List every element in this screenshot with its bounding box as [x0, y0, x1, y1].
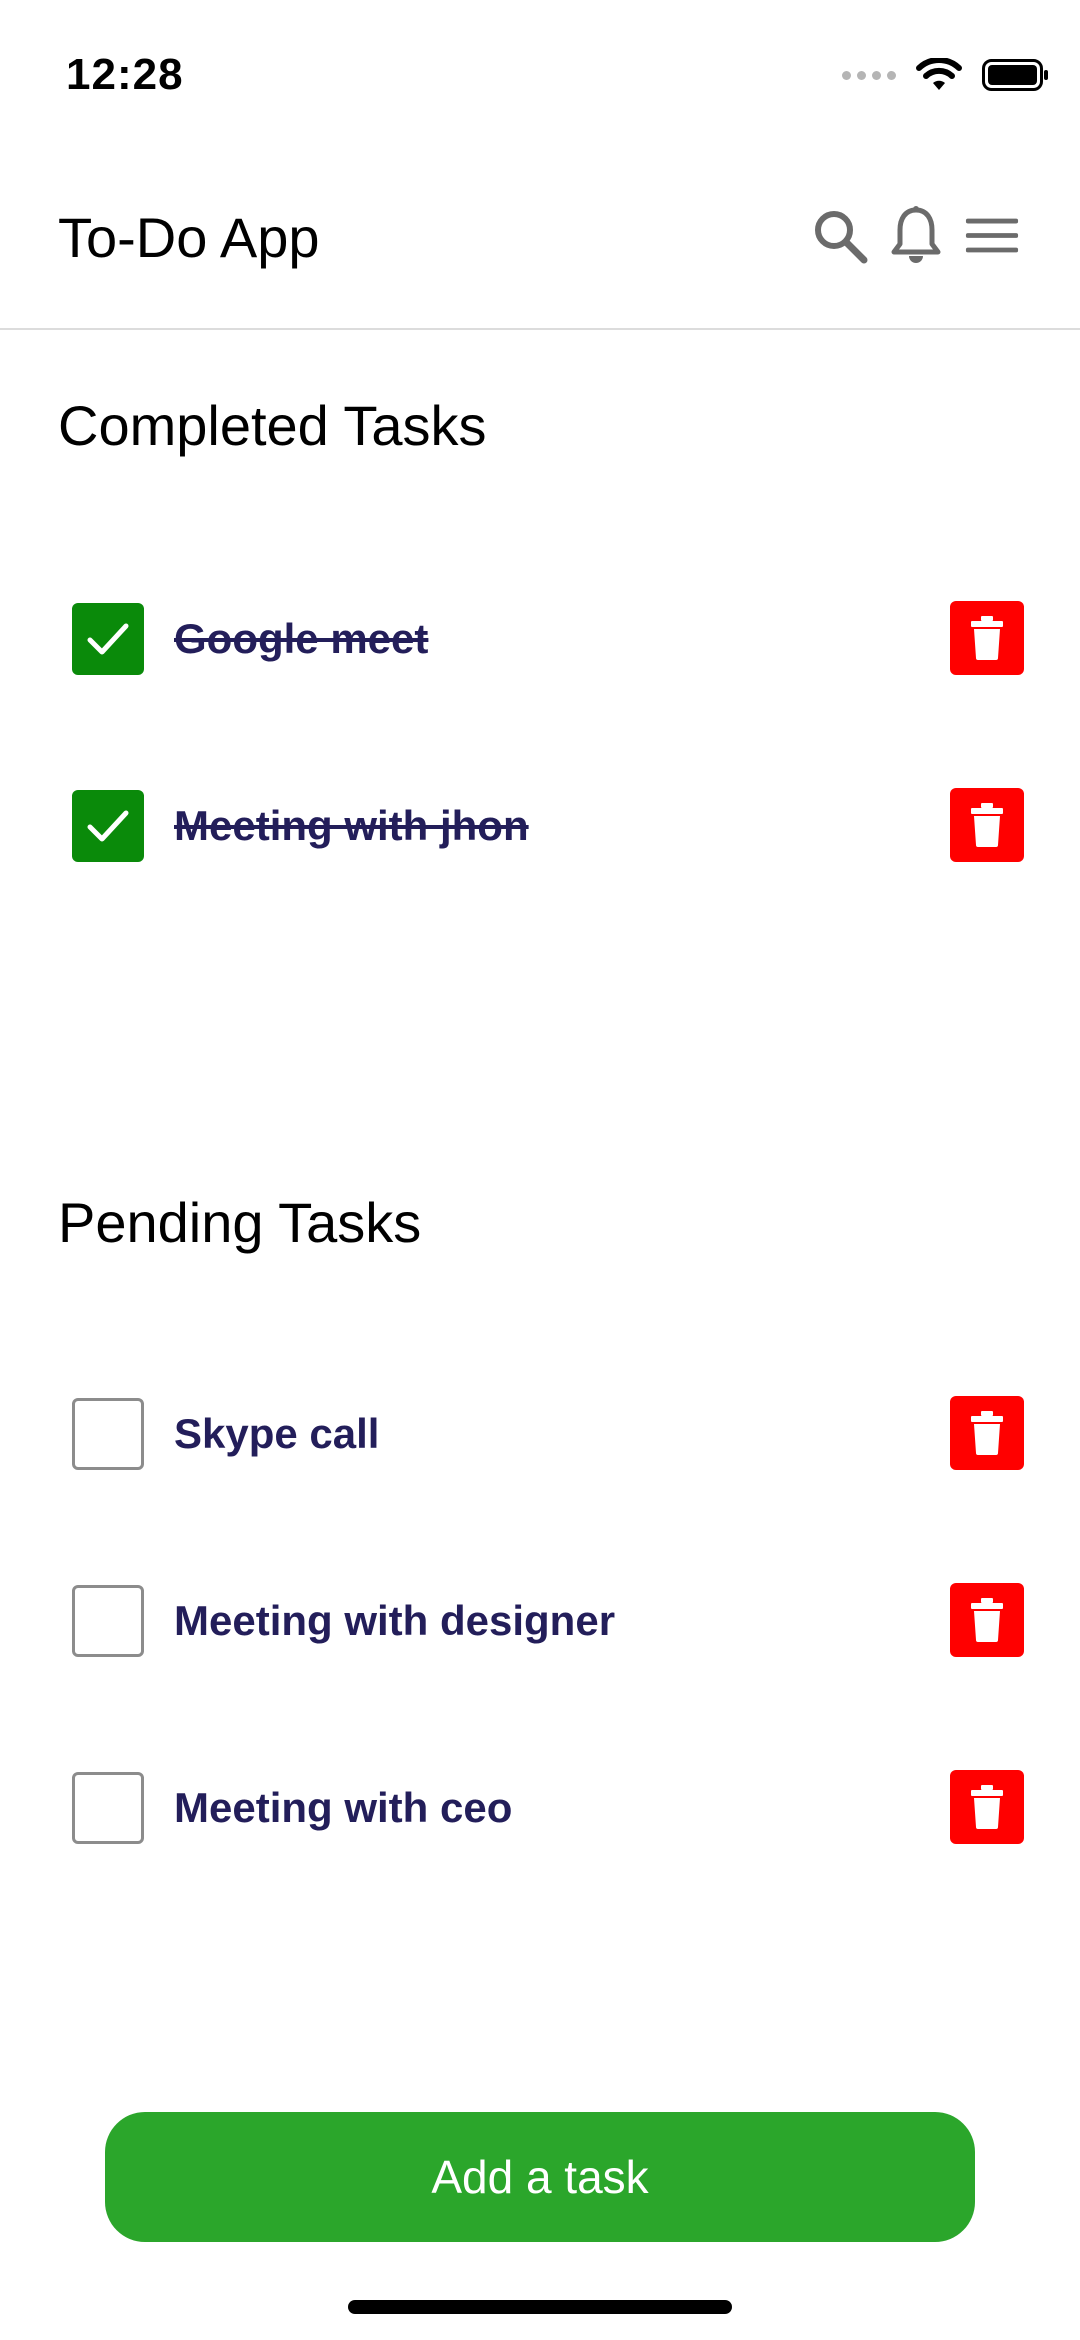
task-row: Meeting with ceo — [0, 1764, 1080, 1854]
pending-tasks-heading: Pending Tasks — [58, 1191, 422, 1254]
delete-task-button[interactable] — [950, 601, 1024, 675]
search-button[interactable] — [812, 206, 868, 266]
home-indicator — [348, 2300, 732, 2314]
add-task-button[interactable]: Add a task — [105, 2112, 975, 2242]
task-label: Meeting with ceo — [174, 1784, 513, 1831]
task-checkbox-unchecked[interactable] — [72, 1772, 144, 1844]
search-icon — [815, 211, 868, 264]
header-actions — [812, 206, 1020, 266]
status-icons — [842, 58, 1050, 92]
battery-icon — [982, 59, 1048, 91]
task-row: Meeting with jhon — [0, 782, 1080, 872]
task-row: Skype call — [0, 1390, 1080, 1480]
trash-icon — [971, 803, 1003, 847]
menu-button[interactable] — [964, 206, 1020, 266]
check-icon — [87, 623, 129, 655]
completed-tasks-heading: Completed Tasks — [58, 394, 487, 457]
task-checkbox-unchecked[interactable] — [72, 1398, 144, 1470]
task-label: Meeting with designer — [174, 1597, 616, 1644]
cellular-signal-icon — [842, 70, 896, 80]
trash-icon — [971, 616, 1003, 660]
task-row: Google meet — [0, 595, 1080, 685]
status-bar: 12:28 — [0, 0, 1080, 150]
task-label: Google meet — [174, 615, 429, 662]
app-header: To-Do App — [0, 150, 1080, 330]
delete-task-button[interactable] — [950, 788, 1024, 862]
task-checkbox-checked[interactable] — [72, 603, 144, 675]
task-label: Meeting with jhon — [174, 802, 529, 849]
task-row: Meeting with designer — [0, 1577, 1080, 1667]
task-checkbox-checked[interactable] — [72, 790, 144, 862]
check-icon — [87, 810, 129, 842]
notifications-button[interactable] — [888, 206, 944, 266]
status-time: 12:28 — [66, 50, 184, 99]
task-checkbox-unchecked[interactable] — [72, 1585, 144, 1657]
delete-task-button[interactable] — [950, 1770, 1024, 1844]
menu-icon — [965, 218, 1019, 253]
delete-task-button[interactable] — [950, 1396, 1024, 1470]
trash-icon — [971, 1785, 1003, 1829]
delete-task-button[interactable] — [950, 1583, 1024, 1657]
bell-icon — [891, 206, 941, 263]
trash-icon — [971, 1598, 1003, 1642]
task-label: Skype call — [174, 1410, 380, 1457]
app-title: To-Do App — [58, 206, 320, 269]
wifi-icon — [916, 58, 962, 90]
trash-icon — [971, 1411, 1003, 1455]
